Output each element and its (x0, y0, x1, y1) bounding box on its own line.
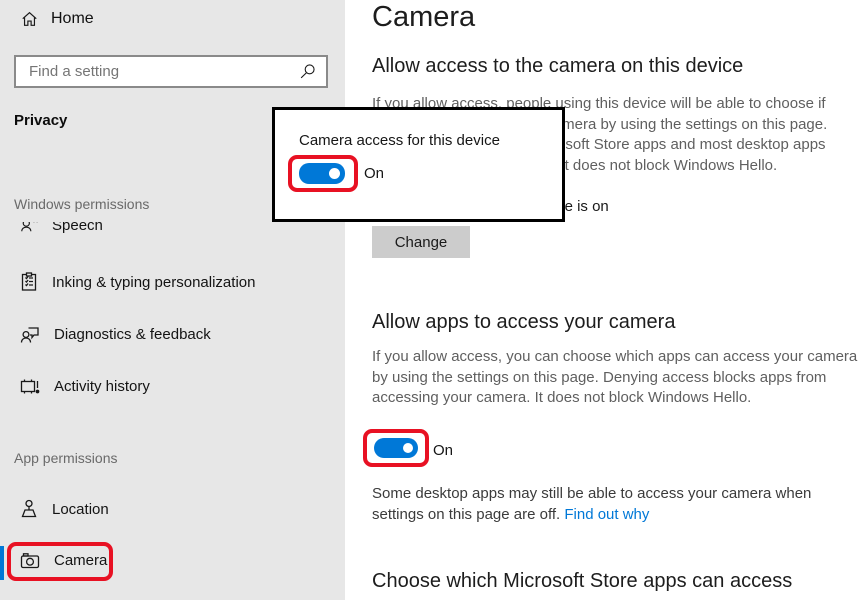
description-line: accessing your camera. It does not block… (372, 388, 857, 409)
apps-camera-toggle[interactable] (374, 438, 418, 458)
location-icon (20, 499, 38, 519)
search-input[interactable] (16, 63, 299, 80)
sidebar-item-label: Inking & typing personalization (52, 274, 255, 291)
apps-access-description: If you allow access, you can choose whic… (372, 347, 857, 409)
sidebar-item-label: Speech (52, 217, 103, 234)
settings-window: Home Privacy Windows permissions Speech … (0, 0, 865, 600)
change-button[interactable]: Change (372, 226, 470, 258)
main-content: Camera Allow access to the camera on thi… (345, 0, 865, 600)
sidebar-item-activity[interactable]: Activity history (0, 369, 345, 403)
windows-permissions-label: Windows permissions (14, 196, 149, 212)
camera-icon (20, 552, 40, 569)
page-title: Camera (372, 1, 475, 34)
sidebar-item-inking[interactable]: Inking & typing personalization (0, 265, 345, 299)
callout-toggle-state-label: On (364, 165, 384, 182)
sidebar-home-label: Home (51, 10, 94, 28)
sidebar-item-label: Location (52, 501, 109, 518)
sidebar-item-label: Activity history (54, 378, 150, 395)
device-access-heading: Allow access to the camera on this devic… (372, 55, 743, 78)
sidebar: Home Privacy Windows permissions Speech … (0, 0, 345, 600)
sidebar-item-camera[interactable]: Camera (0, 543, 345, 577)
inking-typing-icon (20, 272, 38, 292)
note-line: Some desktop apps may still be able to a… (372, 483, 811, 504)
activity-history-icon (20, 378, 40, 395)
description-line: by using the settings on this page. Deny… (372, 368, 857, 389)
desktop-apps-note: Some desktop apps may still be able to a… (372, 483, 811, 525)
privacy-heading: Privacy (14, 112, 67, 129)
description-line: If you allow access, you can choose whic… (372, 347, 857, 368)
store-apps-heading: Choose which Microsoft Store apps can ac… (372, 570, 792, 593)
diagnostics-feedback-icon (20, 325, 40, 344)
sidebar-item-label: Diagnostics & feedback (54, 326, 211, 343)
callout-label: Camera access for this device (299, 132, 500, 149)
apps-access-heading: Allow apps to access your camera (372, 311, 675, 334)
sidebar-item-home[interactable]: Home (20, 10, 94, 28)
toggle-knob (403, 443, 413, 453)
search-box (14, 55, 328, 88)
note-line: settings on this page are off. (372, 506, 564, 523)
device-camera-toggle[interactable] (299, 163, 345, 184)
home-icon (20, 10, 39, 28)
toggle-knob (329, 168, 340, 179)
app-permissions-label: App permissions (14, 450, 118, 466)
speech-icon (20, 216, 38, 234)
sidebar-item-location[interactable]: Location (0, 492, 345, 526)
sidebar-item-label: Camera (54, 552, 107, 569)
camera-access-callout: Camera access for this device On (272, 107, 565, 222)
apps-toggle-state-label: On (433, 442, 453, 459)
sidebar-item-diagnostics[interactable]: Diagnostics & feedback (0, 317, 345, 351)
find-out-why-link[interactable]: Find out why (564, 506, 649, 523)
search-icon[interactable] (299, 63, 316, 80)
